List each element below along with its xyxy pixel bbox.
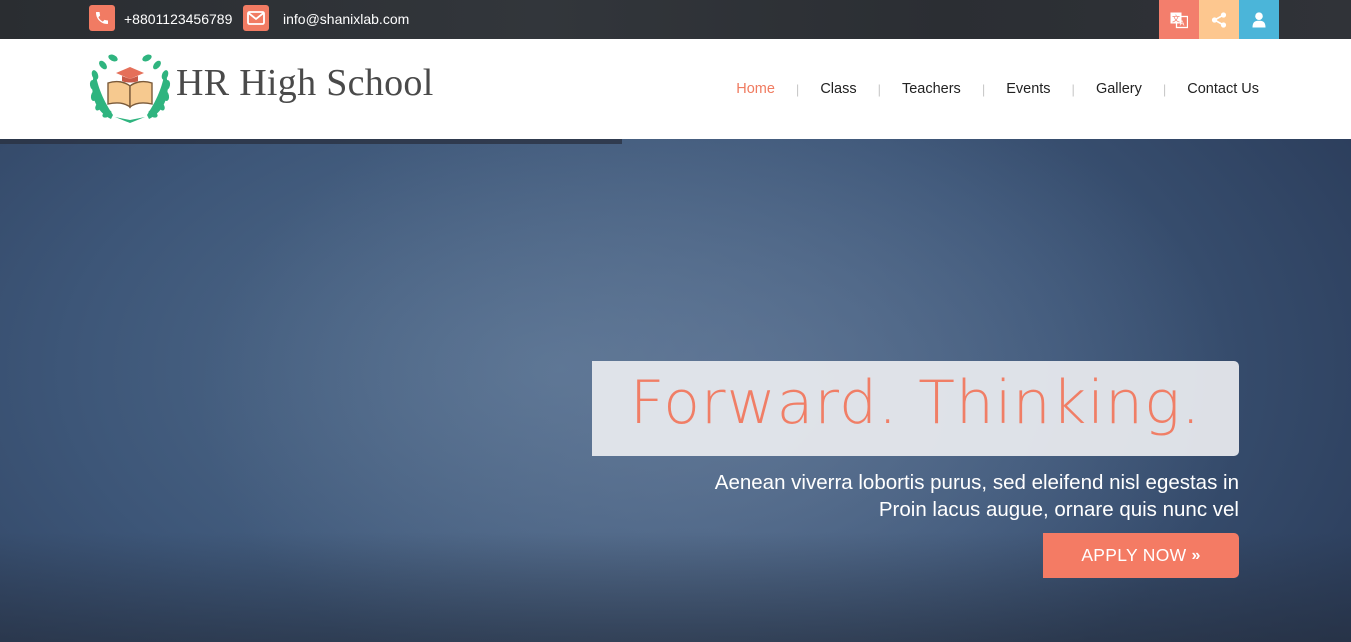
double-chevron-right-icon: » (1191, 546, 1201, 564)
nav-divider: | (795, 81, 800, 97)
main-nav: Home | Class | Teachers | Events | Galle… (736, 81, 1259, 97)
hero-subtext: Aenean viverra lobortis purus, sed eleif… (599, 469, 1239, 523)
share-button[interactable] (1199, 0, 1239, 39)
nav-events[interactable]: Events (1006, 81, 1050, 97)
nav-divider: | (1071, 81, 1075, 97)
site-title[interactable]: HR High School (176, 61, 434, 105)
hero-headline: Forward. Thinking. (629, 368, 1202, 438)
phone-contact[interactable]: +8801123456789 (89, 5, 232, 31)
headline-box: Forward. Thinking. (592, 361, 1239, 456)
nav-teachers[interactable]: Teachers (902, 81, 961, 97)
svg-text:A: A (1180, 19, 1185, 27)
site-header: HR High School Home | Class | Teachers |… (0, 39, 1351, 139)
share-icon (1211, 11, 1227, 28)
nav-divider: | (981, 81, 986, 97)
nav-contact-us[interactable]: Contact Us (1187, 81, 1259, 97)
hero-slider: Forward. Thinking. Aenean viverra lobort… (0, 139, 1351, 642)
language-button[interactable]: 文 A (1159, 0, 1199, 39)
apply-now-button[interactable]: APPLY NOW » (1043, 533, 1239, 578)
top-bar: +8801123456789 info@shanixlab.com 文 A (0, 0, 1351, 39)
hero-subtext-line-1: Aenean viverra lobortis purus, sed eleif… (714, 471, 1239, 494)
nav-divider: | (1162, 81, 1167, 97)
phone-number: +8801123456789 (124, 11, 233, 27)
email-address: info@shanixlab.com (283, 11, 410, 27)
hero-subtext-line-2: Proin lacus augue, ornare quis nunc vel (878, 498, 1239, 521)
nav-class[interactable]: Class (820, 81, 856, 97)
phone-icon (89, 5, 115, 31)
apply-now-label: APPLY NOW (1081, 545, 1187, 565)
nav-gallery[interactable]: Gallery (1096, 81, 1142, 97)
nav-divider: | (877, 81, 881, 97)
nav-home[interactable]: Home (736, 81, 775, 97)
laurel-book-icon (89, 54, 171, 123)
email-contact[interactable]: info@shanixlab.com (243, 5, 409, 31)
hero-top-strip (0, 139, 622, 144)
user-button[interactable] (1239, 0, 1279, 39)
envelope-icon (243, 5, 269, 31)
translate-icon: 文 A (1170, 12, 1188, 28)
user-icon (1252, 11, 1266, 27)
school-logo[interactable] (89, 53, 171, 125)
